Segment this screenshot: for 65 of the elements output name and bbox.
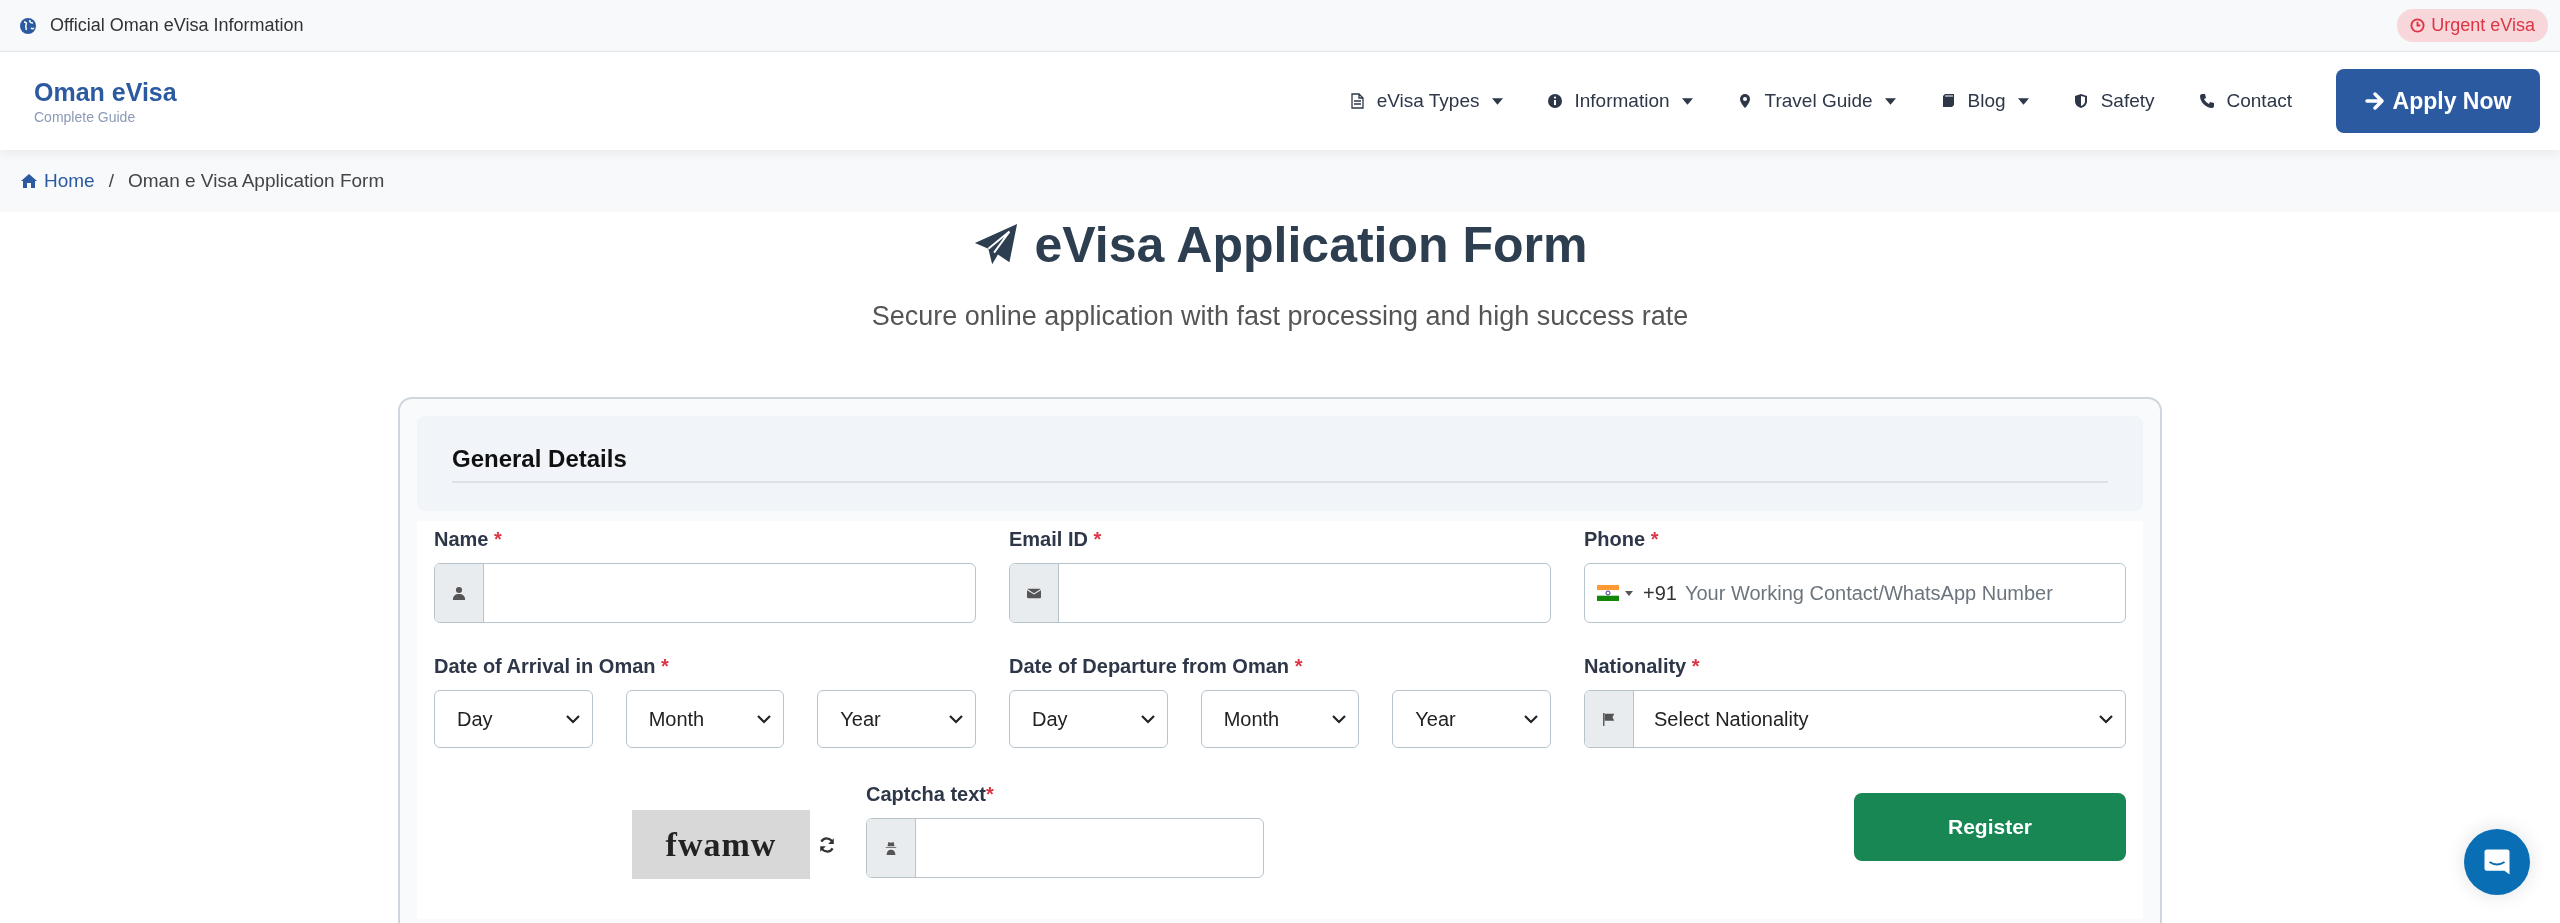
page-title: eVisa Application Form bbox=[1034, 216, 1588, 274]
house-icon bbox=[20, 173, 38, 189]
date-select[interactable]: Year bbox=[817, 690, 976, 748]
phone-icon bbox=[2198, 93, 2215, 109]
field-label: Captcha text* bbox=[866, 781, 995, 806]
refresh-icon[interactable] bbox=[818, 835, 836, 854]
page-subtitle: Secure online application with fast processing and high success rate bbox=[870, 300, 1690, 333]
envelope-icon bbox=[1027, 586, 1041, 600]
chevron-icon bbox=[565, 714, 580, 724]
nav-link[interactable]: eVisa Types bbox=[1348, 90, 1503, 112]
field-label: Phone * bbox=[1584, 527, 1660, 551]
date-select[interactable]: Day bbox=[434, 690, 593, 748]
logo-subtitle: Complete Guide bbox=[34, 108, 137, 125]
apply-now-button[interactable]: Apply Now bbox=[2336, 69, 2540, 133]
name-field[interactable] bbox=[434, 563, 976, 623]
field-label: Nationality * bbox=[1584, 654, 1701, 678]
field-label: Date of Arrival in Oman * bbox=[434, 654, 670, 678]
topbar-text: Official Oman eVisa Information bbox=[50, 15, 304, 36]
captcha-field[interactable] bbox=[866, 817, 1264, 878]
shield-icon bbox=[2072, 93, 2089, 109]
chevron-icon bbox=[2099, 714, 2113, 724]
home-link[interactable]: Home bbox=[20, 170, 95, 192]
nav-link[interactable]: Safety bbox=[2072, 90, 2155, 112]
caret-icon bbox=[1681, 97, 1693, 105]
phone-number-input[interactable]: Your Working Contact/WhatsApp Number bbox=[1676, 564, 2125, 622]
date-select[interactable]: Month bbox=[625, 690, 785, 748]
register-button[interactable]: Register bbox=[1854, 792, 2126, 861]
user-icon bbox=[452, 586, 466, 600]
phone-field[interactable]: +91 Your Working Contact/WhatsApp Number bbox=[1584, 563, 2126, 623]
flag-icon bbox=[1602, 712, 1616, 726]
globe-icon bbox=[20, 17, 36, 34]
chevron-icon bbox=[757, 714, 772, 724]
breadcrumb-separator: / bbox=[108, 170, 114, 192]
document-icon bbox=[1348, 93, 1365, 109]
date-select[interactable]: Month bbox=[1200, 690, 1360, 748]
flag-icon[interactable] bbox=[1597, 585, 1619, 601]
captcha-image: fwamw bbox=[632, 810, 810, 879]
nav-link[interactable]: Information bbox=[1546, 90, 1693, 112]
field-label: Date of Departure from Oman * bbox=[1009, 654, 1304, 678]
nav-link[interactable]: Contact bbox=[2198, 90, 2292, 112]
section-title: General Details bbox=[452, 444, 627, 474]
nav-link[interactable]: Blog bbox=[1939, 90, 2029, 112]
nationality-select[interactable]: Select Nationality bbox=[1584, 690, 2126, 748]
chevron-icon bbox=[1524, 714, 1538, 724]
chevron-icon bbox=[1332, 714, 1347, 724]
caret-icon bbox=[1625, 590, 1633, 596]
clock-icon bbox=[2410, 18, 2426, 33]
date-select[interactable]: Day bbox=[1009, 690, 1168, 748]
field-label: Name * bbox=[434, 527, 503, 551]
info-icon bbox=[1546, 93, 1563, 109]
user-secret-icon bbox=[884, 840, 898, 855]
breadcrumb-current: Oman e Visa Application Form bbox=[127, 170, 385, 192]
dial-code: +91 bbox=[1642, 580, 1677, 606]
field-label: Email ID * bbox=[1009, 527, 1103, 551]
chevron-icon bbox=[949, 714, 963, 724]
chevron-icon bbox=[1140, 714, 1155, 724]
caret-icon bbox=[1491, 97, 1503, 105]
email-field[interactable] bbox=[1009, 563, 1551, 623]
date-select[interactable]: Year bbox=[1392, 690, 1551, 748]
caret-icon bbox=[1884, 97, 1896, 105]
chat-icon bbox=[2482, 847, 2512, 877]
caret-icon bbox=[2017, 97, 2029, 105]
arrow-right-icon bbox=[2364, 91, 2385, 111]
logo-title[interactable]: Oman eVisa bbox=[34, 77, 177, 107]
nav-link[interactable]: Travel Guide bbox=[1736, 90, 1896, 112]
